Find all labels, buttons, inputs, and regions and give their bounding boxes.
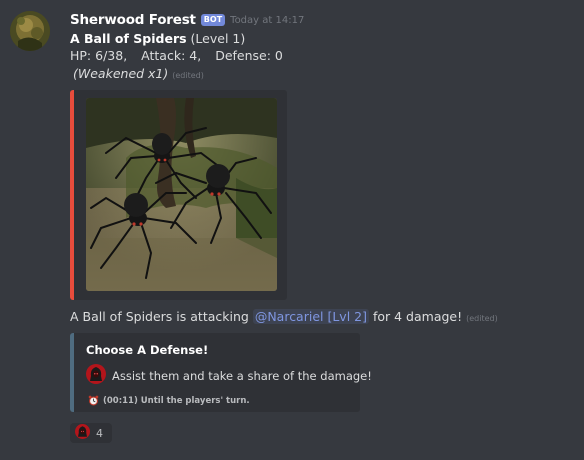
hooded-figure-icon xyxy=(75,423,90,443)
enemy-attack: Attack: 4, xyxy=(141,48,202,63)
reaction-button[interactable]: 4 xyxy=(70,423,112,443)
enemy-stats-line: HP: 6/38, Attack: 4, Defense: 0 xyxy=(70,48,283,63)
defense-option-text: Assist them and take a share of the dama… xyxy=(112,369,372,383)
enemy-image[interactable] xyxy=(86,98,277,291)
enemy-defense: Defense: 0 xyxy=(215,48,283,63)
defense-option: Assist them and take a share of the dama… xyxy=(86,364,372,388)
hooded-figure-icon xyxy=(86,364,106,388)
defense-footer: (00:11) Until the players' turn. xyxy=(88,391,250,410)
enemy-name: A Ball of Spiders xyxy=(70,31,187,46)
attack-prefix: A Ball of Spiders is attacking xyxy=(70,309,249,324)
enemy-level: (Level 1) xyxy=(190,31,246,46)
defense-embed: Choose A Defense! Assist them and take a… xyxy=(70,333,372,412)
user-mention[interactable]: @Narcariel [Lvl 2] xyxy=(252,309,369,324)
attack-suffix: for 4 damage! xyxy=(372,309,463,324)
attack-message-line: A Ball of Spiders is attacking @Narcarie… xyxy=(70,309,498,324)
bot-tag: BOT xyxy=(200,14,226,26)
defense-footer-text: (00:11) Until the players' turn. xyxy=(103,395,250,406)
enemy-image-embed xyxy=(70,90,287,300)
username[interactable]: Sherwood Forest xyxy=(70,12,196,28)
enemy-hp: HP: 6/38, xyxy=(70,48,128,63)
edited-label: (edited) xyxy=(172,71,204,80)
message-header: Sherwood Forest BOT Today at 14:17 xyxy=(70,11,304,29)
bot-avatar[interactable] xyxy=(10,11,50,51)
enemy-title-line: A Ball of Spiders (Level 1) xyxy=(70,31,245,46)
edited-label-2: (edited) xyxy=(466,314,498,323)
enemy-status: (Weakened x1) xyxy=(73,66,169,81)
defense-title: Choose A Defense! xyxy=(86,343,209,357)
alarm-clock-icon xyxy=(88,391,99,410)
enemy-status-line: (Weakened x1) (edited) xyxy=(73,66,204,81)
timestamp: Today at 14:17 xyxy=(230,14,305,26)
reaction-count: 4 xyxy=(96,426,103,440)
